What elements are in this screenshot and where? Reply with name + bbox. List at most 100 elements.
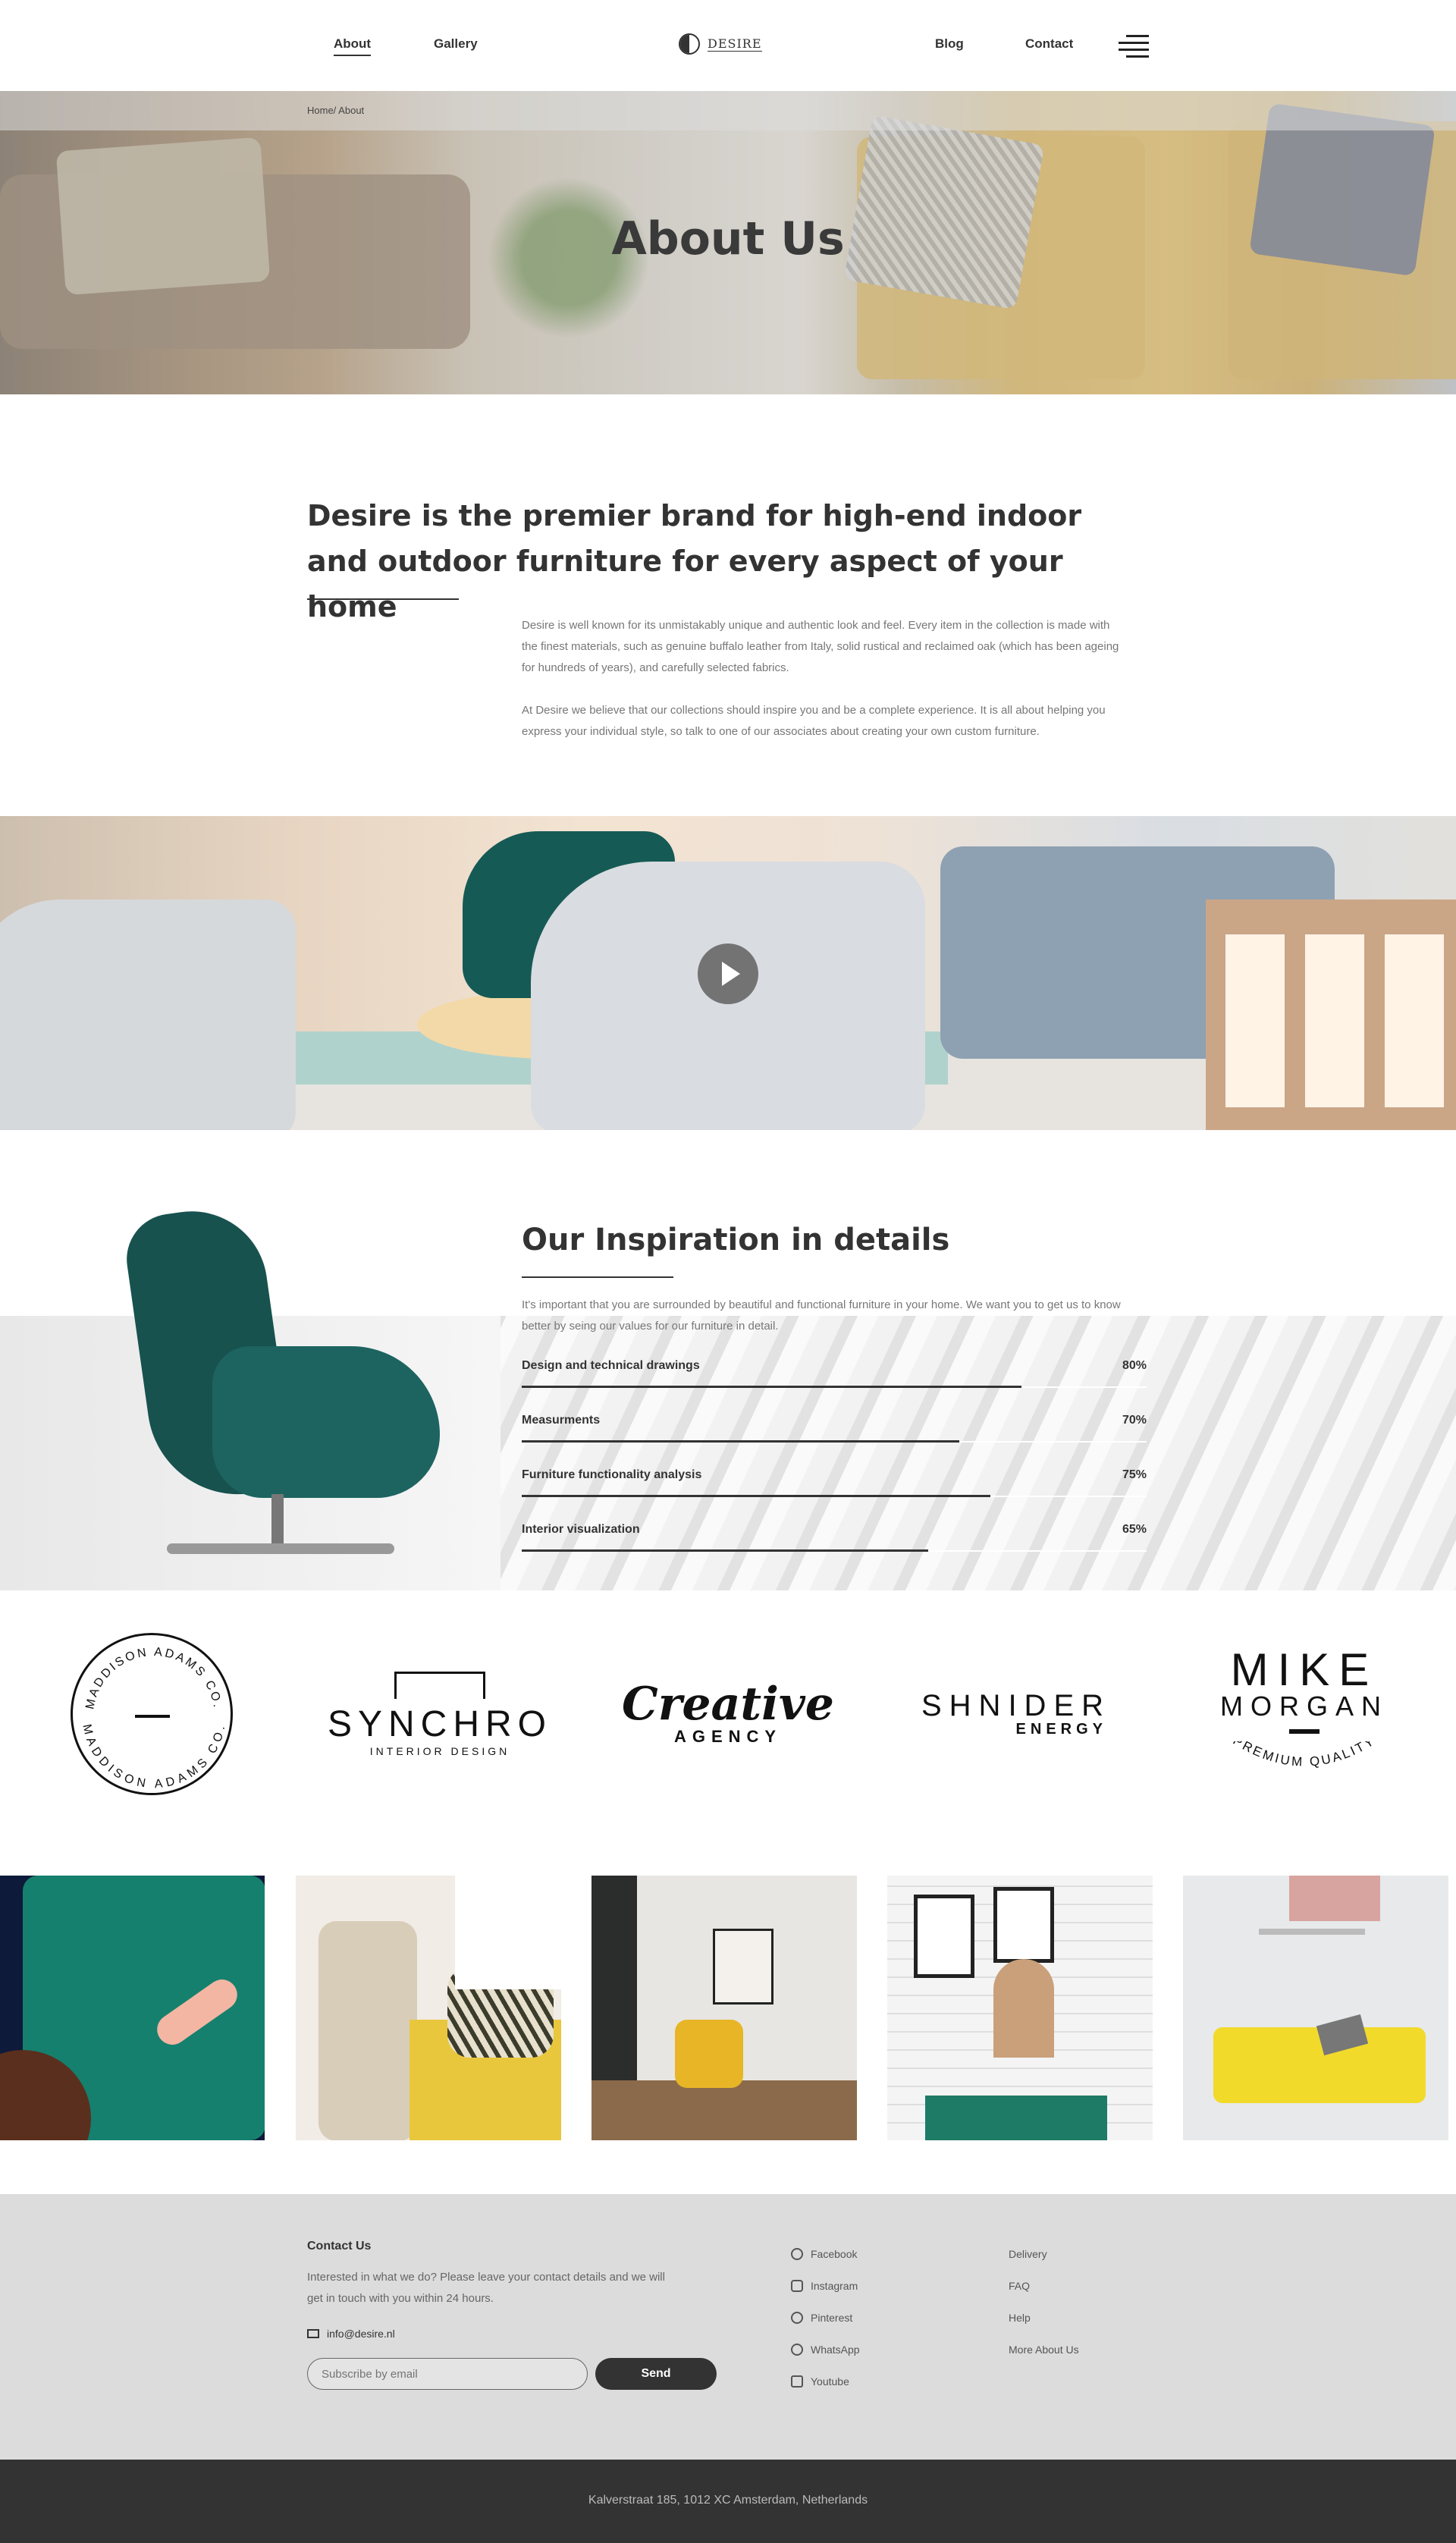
skill-label: Design and technical drawings	[522, 1359, 700, 1372]
img-posters	[1289, 1876, 1380, 1921]
brand-tagline: PREMIUM QUALITY	[1231, 1741, 1376, 1769]
logo[interactable]: DESIRE	[679, 33, 762, 55]
footer-contact-text: Interested in what we do? Please leave y…	[307, 2271, 665, 2305]
social-label: Facebook	[811, 2248, 858, 2260]
nav-gallery[interactable]: Gallery	[434, 36, 478, 52]
brand-ring: MADDISON ADAMS CO. MADDISON ADAMS CO.	[71, 1633, 233, 1795]
skill-percent: 70%	[1122, 1414, 1147, 1427]
nav-contact[interactable]: Contact	[1025, 36, 1073, 52]
logo-mark-icon	[679, 33, 700, 55]
skill-progress-track	[522, 1495, 1147, 1497]
img-console	[925, 2096, 1107, 2140]
svg-text:MADDISON ADAMS CO.: MADDISON ADAMS CO.	[80, 1723, 228, 1791]
instagram-icon	[791, 2280, 803, 2292]
img-floor	[592, 2080, 857, 2140]
divider	[307, 598, 459, 600]
divider	[522, 1276, 673, 1278]
gallery-image-yellow-chair[interactable]	[592, 1876, 857, 2140]
footer-link-more-about-us[interactable]: More About Us	[1009, 2344, 1079, 2356]
shelf-cubby	[1301, 930, 1369, 1112]
chair-stem	[271, 1494, 284, 1547]
brand-logo-synchro: SYNCHRO INTERIOR DESIGN	[328, 1631, 546, 1797]
brand-logo-mike-morgan: MIKE MORGAN PREMIUM QUALITY	[1198, 1631, 1410, 1797]
footer-email[interactable]: info@desire.nl	[307, 2328, 395, 2340]
social-label: WhatsApp	[811, 2344, 860, 2356]
brand-name: SYNCHRO	[327, 1703, 553, 1744]
sofa-icon	[394, 1671, 485, 1699]
breadcrumb-bar: Home/ About	[0, 91, 1456, 130]
img-chair	[675, 2020, 743, 2088]
footer-link-help[interactable]: Help	[1009, 2312, 1031, 2324]
social-label: Instagram	[811, 2280, 858, 2292]
img-armchair	[318, 1921, 417, 2140]
brand-tagline: INTERIOR DESIGN	[369, 1744, 510, 1757]
brand-name-2: MORGAN	[1220, 1691, 1389, 1722]
svg-text:MADDISON ADAMS CO.: MADDISON ADAMS CO.	[83, 1646, 224, 1710]
facebook-icon	[791, 2248, 803, 2260]
chair-base	[167, 1543, 394, 1554]
chair-seat	[212, 1346, 440, 1498]
footer-link-faq[interactable]: FAQ	[1009, 2280, 1030, 2292]
subscribe-email-input[interactable]	[307, 2358, 588, 2390]
youtube-icon	[791, 2375, 803, 2388]
skill-label: Furniture functionality analysis	[522, 1468, 702, 1481]
gallery-image-yellow-sofa[interactable]	[1183, 1876, 1448, 2140]
skill-progress-fill	[522, 1495, 990, 1497]
send-button[interactable]: Send	[595, 2358, 717, 2390]
brand-name: Creative	[622, 1678, 834, 1731]
play-icon[interactable]	[698, 943, 758, 1004]
footer-social-pinterest[interactable]: Pinterest	[791, 2312, 852, 2324]
brand-name: SHNIDER	[921, 1688, 1112, 1722]
img-shelf	[1259, 1929, 1365, 1935]
intro-heading: Desire is the premier brand for high-end…	[307, 499, 1082, 623]
video-banner[interactable]	[0, 816, 1456, 1130]
social-label: Pinterest	[811, 2312, 853, 2324]
img-window	[455, 1876, 561, 1989]
armchair-image	[121, 1201, 455, 1589]
brand-logo-creative: Creative AGENCY	[622, 1631, 834, 1797]
brand-logo-maddison: MADDISON ADAMS CO. MADDISON ADAMS CO.	[61, 1631, 243, 1797]
nav-about[interactable]: About	[334, 36, 372, 56]
brand-name-bottom: MADDISON ADAMS CO.	[80, 1723, 225, 1791]
skill-progress-fill	[522, 1549, 928, 1552]
skill-progress-track	[522, 1440, 1147, 1443]
skill-label: Interior visualization	[522, 1523, 640, 1536]
hero-banner: Home/ About About Us	[0, 91, 1456, 394]
footer-email-text: info@desire.nl	[327, 2328, 395, 2340]
footer-social-facebook[interactable]: Facebook	[791, 2248, 857, 2260]
img-frame	[713, 1929, 774, 2005]
footer-social-whatsapp[interactable]: WhatsApp	[791, 2344, 860, 2356]
brand-bar	[1289, 1729, 1320, 1734]
footer-social-instagram[interactable]: Instagram	[791, 2280, 858, 2292]
svg-text:PREMIUM QUALITY: PREMIUM QUALITY	[1231, 1741, 1379, 1769]
intro-paragraph: Desire is well known for its unmistakabl…	[522, 619, 1119, 674]
brand-dash	[135, 1715, 170, 1718]
skill-progress-track	[522, 1386, 1147, 1388]
video-chair	[0, 899, 296, 1130]
video-shelf	[1206, 899, 1456, 1130]
skill-percent: 75%	[1122, 1468, 1147, 1481]
gallery-image-cream-armchair[interactable]	[296, 1876, 561, 2140]
breadcrumb[interactable]: Home/ About	[307, 105, 364, 116]
brand-name: MIKE	[1230, 1644, 1379, 1695]
footer-contact-title: Contact Us	[307, 2240, 372, 2253]
gallery-image-green-sofa[interactable]	[0, 1876, 265, 2140]
footer-link-delivery[interactable]: Delivery	[1009, 2248, 1047, 2260]
nav-blog[interactable]: Blog	[935, 36, 964, 52]
brand-tagline-arc: PREMIUM QUALITY	[1231, 1741, 1379, 1769]
section-title: Our Inspiration in details	[522, 1223, 950, 1257]
intro-paragraph: At Desire we believe that our collection…	[522, 704, 1106, 738]
hamburger-icon[interactable]	[1119, 33, 1149, 59]
inspiration-paragraph: It's important that you are surrounded b…	[522, 1298, 1121, 1333]
gallery-image-plant-console[interactable]	[887, 1876, 1153, 2140]
footer-address: Kalverstraat 185, 1012 XC Amsterdam, Net…	[588, 2494, 868, 2507]
shelf-cubby	[1380, 930, 1448, 1112]
skill-label: Measurments	[522, 1414, 601, 1427]
skill-progress-fill	[522, 1440, 959, 1443]
footer-social-youtube[interactable]: Youtube	[791, 2375, 849, 2388]
img-frame	[914, 1895, 974, 1978]
page-title: About Us	[611, 212, 845, 265]
brand-name-top: MADDISON ADAMS CO.	[83, 1646, 221, 1710]
img-frame	[993, 1887, 1054, 1963]
brand-tagline: ENERGY	[1015, 1720, 1107, 1738]
